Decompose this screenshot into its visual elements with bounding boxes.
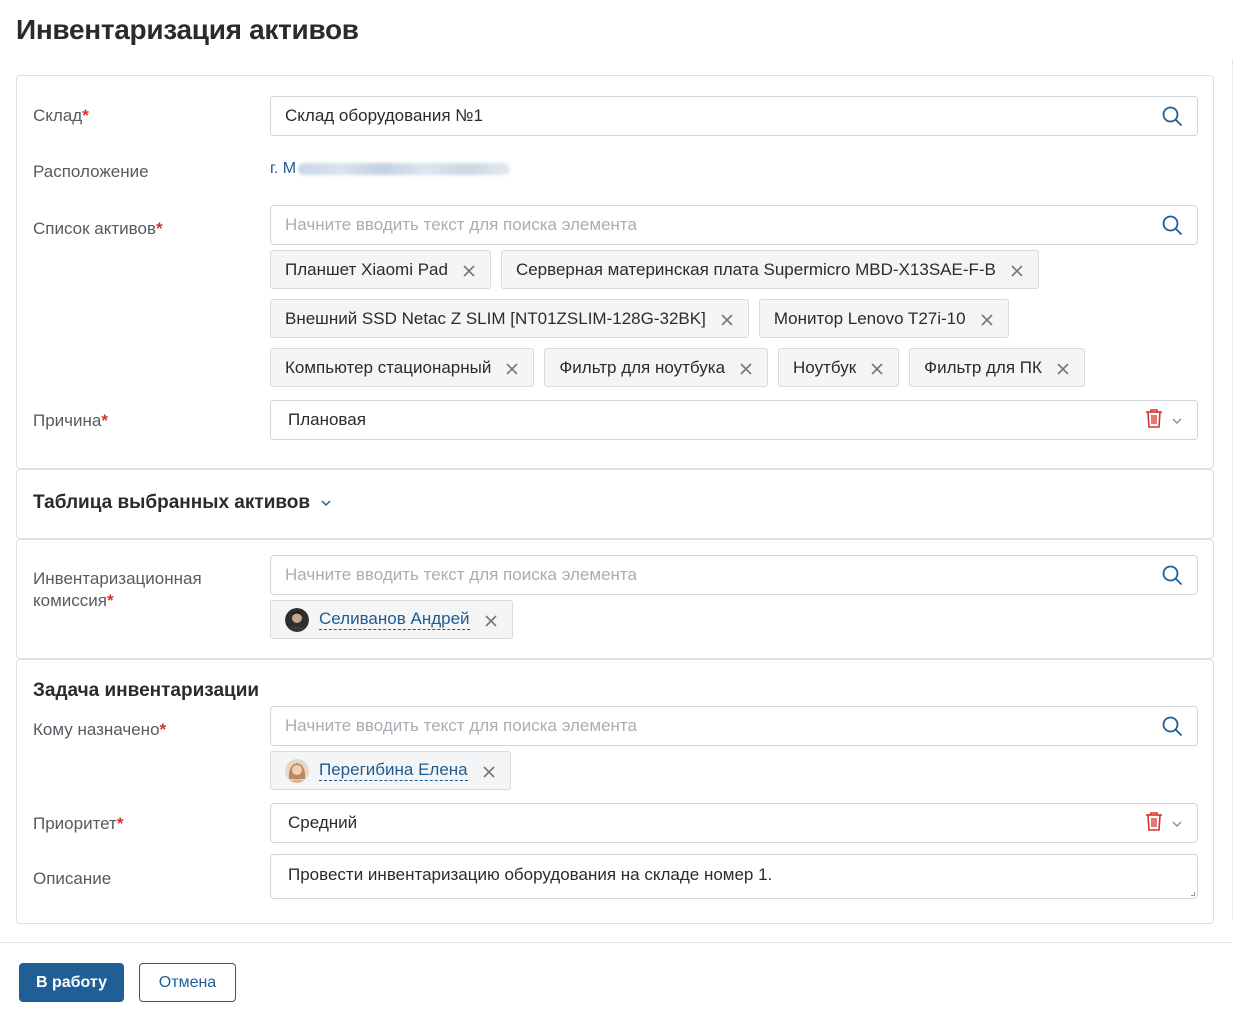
commission-chips: Селиванов Андрей bbox=[270, 600, 513, 639]
reason-select[interactable]: Плановая bbox=[270, 400, 1198, 440]
assets-table-title: Таблица выбранных активов bbox=[33, 492, 311, 513]
description-textarea[interactable]: Провести инвентаризацию оборудования на … bbox=[270, 854, 1198, 899]
location-value: г. М bbox=[270, 160, 297, 177]
close-icon[interactable] bbox=[980, 312, 994, 326]
asset-chip: Внешний SSD Netac Z SLIM [NT01ZSLIM-128G… bbox=[270, 299, 749, 338]
commission-search-input[interactable]: Начните вводить текст для поиска элемент… bbox=[270, 555, 1198, 595]
close-icon[interactable] bbox=[739, 361, 753, 375]
close-icon[interactable] bbox=[1056, 361, 1070, 375]
close-icon[interactable] bbox=[484, 613, 498, 627]
warehouse-value: Склад оборудования №1 bbox=[285, 106, 483, 125]
asset-chip: Фильтр для ПК bbox=[909, 348, 1085, 387]
chevron-down-icon bbox=[320, 499, 332, 507]
chevron-down-icon[interactable] bbox=[1171, 813, 1183, 833]
asset-chips-row-1: Планшет Xiaomi Pad Серверная материнская… bbox=[270, 250, 1039, 289]
trash-icon[interactable] bbox=[1145, 811, 1163, 836]
asset-chip: Ноутбук bbox=[778, 348, 900, 387]
priority-select[interactable]: Средний bbox=[270, 803, 1198, 843]
assets-label: Список активов* bbox=[33, 219, 163, 238]
footer-divider bbox=[0, 942, 1232, 943]
commission-label: Инвентаризационная комиссия* bbox=[33, 569, 202, 610]
assets-search-input[interactable]: Начните вводить текст для поиска элемент… bbox=[270, 205, 1198, 245]
close-icon[interactable] bbox=[1010, 263, 1024, 277]
location-label: Расположение bbox=[33, 162, 149, 181]
assets-table-panel: Таблица выбранных активов bbox=[16, 469, 1214, 539]
close-icon[interactable] bbox=[482, 764, 496, 778]
close-icon[interactable] bbox=[462, 263, 476, 277]
asset-chip-label: Серверная материнская плата Supermicro M… bbox=[515, 259, 996, 279]
asset-chip: Фильтр для ноутбука bbox=[544, 348, 769, 387]
reason-value: Плановая bbox=[288, 410, 366, 429]
asset-chip: Планшет Xiaomi Pad bbox=[270, 250, 491, 289]
scrollbar-track[interactable] bbox=[1232, 60, 1233, 920]
task-panel: Задача инвентаризации Кому назначено* На… bbox=[16, 659, 1214, 924]
asset-chip-label: Монитор Lenovo T27i-10 bbox=[773, 308, 966, 328]
commission-panel: Инвентаризационная комиссия* Начните вво… bbox=[16, 539, 1214, 659]
assignee-label: Кому назначено* bbox=[33, 720, 167, 739]
description-label: Описание bbox=[33, 869, 112, 888]
asset-chip-label: Компьютер стационарный bbox=[285, 357, 492, 377]
assignee-search-placeholder: Начните вводить текст для поиска элемент… bbox=[285, 716, 637, 735]
assets-table-toggle[interactable]: Таблица выбранных активов bbox=[33, 492, 332, 514]
asset-chips-row-3: Компьютер стационарный Фильтр для ноутбу… bbox=[270, 348, 1085, 387]
avatar bbox=[285, 758, 309, 783]
main-fields-panel: Склад* Склад оборудования №1 Расположени… bbox=[16, 75, 1214, 469]
trash-icon[interactable] bbox=[1145, 408, 1163, 433]
asset-chip: Монитор Lenovo T27i-10 bbox=[758, 299, 1009, 338]
warehouse-field[interactable]: Склад оборудования №1 bbox=[270, 96, 1198, 136]
location-redacted bbox=[298, 163, 511, 175]
asset-chip-label: Ноутбук bbox=[793, 357, 857, 377]
chevron-down-icon[interactable] bbox=[1171, 410, 1183, 430]
assignee-chips: Перегибина Елена bbox=[270, 751, 511, 790]
search-icon[interactable] bbox=[1161, 715, 1183, 737]
reason-label: Причина* bbox=[33, 411, 108, 430]
close-icon[interactable] bbox=[720, 312, 734, 326]
search-icon[interactable] bbox=[1161, 105, 1183, 127]
location-link[interactable]: г. М bbox=[270, 158, 511, 180]
user-link[interactable]: Селиванов Андрей bbox=[319, 609, 470, 630]
close-icon[interactable] bbox=[505, 361, 519, 375]
search-icon[interactable] bbox=[1161, 214, 1183, 236]
asset-chip-label: Внешний SSD Netac Z SLIM [NT01ZSLIM-128G… bbox=[285, 308, 706, 328]
task-section-title: Задача инвентаризации bbox=[33, 680, 260, 701]
user-link[interactable]: Перегибина Елена bbox=[319, 760, 468, 781]
asset-chip-label: Фильтр для ПК bbox=[924, 357, 1042, 377]
asset-chip-label: Фильтр для ноутбука bbox=[559, 357, 726, 377]
asset-chip: Компьютер стационарный bbox=[270, 348, 535, 387]
submit-button[interactable]: В работу bbox=[19, 963, 124, 1002]
close-icon[interactable] bbox=[870, 361, 884, 375]
resize-handle[interactable] bbox=[1191, 892, 1195, 896]
warehouse-label: Склад* bbox=[33, 106, 89, 125]
assignee-search-input[interactable]: Начните вводить текст для поиска элемент… bbox=[270, 706, 1198, 746]
commission-search-placeholder: Начните вводить текст для поиска элемент… bbox=[285, 565, 637, 584]
asset-chips-row-2: Внешний SSD Netac Z SLIM [NT01ZSLIM-128G… bbox=[270, 299, 1009, 338]
page-title: Инвентаризация активов bbox=[16, 14, 359, 45]
asset-chip-label: Планшет Xiaomi Pad bbox=[285, 259, 448, 279]
search-icon[interactable] bbox=[1161, 564, 1183, 586]
cancel-button[interactable]: Отмена bbox=[139, 963, 236, 1002]
user-chip: Селиванов Андрей bbox=[270, 600, 513, 639]
priority-label: Приоритет* bbox=[33, 814, 124, 833]
avatar bbox=[285, 607, 309, 632]
user-chip: Перегибина Елена bbox=[270, 751, 511, 790]
assets-search-placeholder: Начните вводить текст для поиска элемент… bbox=[285, 215, 637, 234]
priority-value: Средний bbox=[288, 813, 358, 832]
asset-chip: Серверная материнская плата Supermicro M… bbox=[500, 250, 1039, 289]
description-value: Провести инвентаризацию оборудования на … bbox=[288, 865, 773, 884]
